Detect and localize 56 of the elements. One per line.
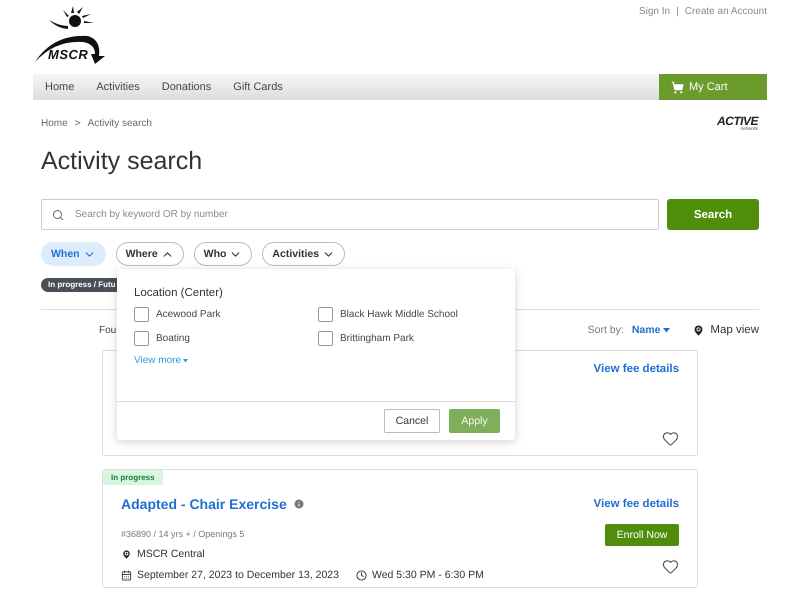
checkbox[interactable] [318,307,333,322]
checkbox-label: Brittingham Park [340,333,414,344]
search-box[interactable]: Search by keyword OR by number [41,199,659,230]
activity-meta: #36890 / 14 yrs + / Openings 5 [121,529,244,539]
sort-dropdown[interactable]: Name [632,324,670,336]
checkbox[interactable] [134,331,149,346]
sort-label: Sort by: [588,324,624,336]
filter-chip[interactable]: In progress / Futu [41,278,117,292]
nav-item[interactable]: Gift Cards [222,74,294,100]
nav-item[interactable]: Activities [85,74,151,100]
caret-icon [183,358,188,362]
info-icon [292,498,305,510]
favorite-heart-icon[interactable] [662,430,679,447]
checkbox[interactable] [134,307,149,322]
search-button[interactable]: Search [667,199,759,230]
calendar-icon [121,570,132,580]
cart-icon [671,80,684,94]
map-pin-icon [121,548,132,560]
nav-item[interactable]: Donations [150,74,222,100]
checkbox[interactable] [318,331,333,346]
enroll-button[interactable]: Enroll Now [605,524,679,546]
sign-in-link[interactable]: Sign In [638,6,670,74]
status-badge: In progress [103,470,163,485]
fee-details-link[interactable]: View fee details [594,363,679,375]
filter-pill[interactable]: Activities [262,242,346,266]
favorite-heart-icon[interactable] [662,558,679,575]
cart-button[interactable]: My Cart [659,74,767,100]
breadcrumb-current: Activity search [88,118,152,128]
map-pin-icon [692,324,706,336]
time-text: Wed 5:30 PM - 6:30 PM [372,569,484,581]
partner-logo-text: ACTIVE [716,114,758,126]
clock-icon [356,570,367,580]
page-title: Activity search [41,146,204,176]
search-icon [52,208,64,220]
results-count: Fou [99,324,116,336]
filter-pill[interactable]: When [41,242,106,266]
map-view-button[interactable]: Map view [692,324,759,336]
checkbox-label: Black Hawk Middle School [340,309,458,320]
nav-item[interactable]: Home [33,74,86,100]
date-range: September 27, 2023 to December 13, 2023 [137,569,339,581]
fee-details-link[interactable]: View fee details [594,498,679,510]
filter-pill[interactable]: Who [194,242,252,266]
caret-icon [663,328,670,332]
breadcrumb-link[interactable]: Home [41,118,68,128]
filter-pill[interactable]: Where [116,242,184,266]
logo-text: MSCR [48,47,88,62]
checkbox-label: Boating [156,333,190,344]
separator: | [676,6,679,19]
location-text: MSCR Central [137,548,205,560]
checkbox-label: Acewood Park [156,309,220,320]
cancel-button[interactable]: Cancel [384,409,440,433]
breadcrumb-separator: > [74,118,81,128]
activity-title-link[interactable]: Adapted - Chair Exercise [121,496,287,512]
popover-heading: Location (Center) [134,287,224,299]
view-more-link[interactable]: View more [134,355,188,366]
create-account-link[interactable]: Create an Account [684,6,767,74]
